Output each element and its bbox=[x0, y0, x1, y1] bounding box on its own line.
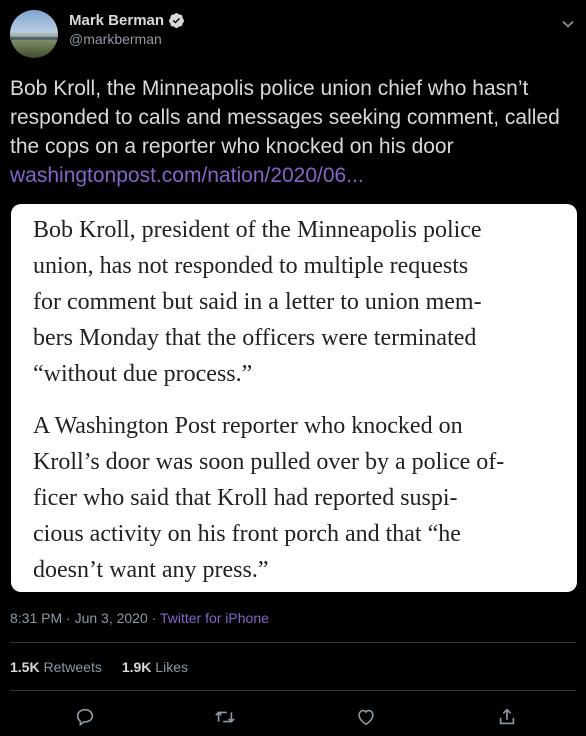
tweet-text: Bob Kroll, the Minneapolis police union … bbox=[10, 74, 576, 190]
like-icon bbox=[358, 709, 374, 726]
tweet-body: Bob Kroll, the Minneapolis police union … bbox=[10, 77, 560, 158]
divider bbox=[10, 690, 576, 691]
user-handle[interactable]: @markberman bbox=[69, 31, 185, 47]
article-paragraph-1: Bob Kroll, president of the Minneapolis … bbox=[33, 212, 563, 392]
share-button[interactable] bbox=[496, 706, 520, 730]
display-name-row[interactable]: Mark Berman bbox=[69, 12, 185, 29]
article-line: bers Monday that the officers were termi… bbox=[33, 325, 477, 351]
display-name[interactable]: Mark Berman bbox=[69, 12, 164, 29]
article-screenshot-image[interactable]: Bob Kroll, president of the Minneapolis … bbox=[11, 204, 577, 592]
article-excerpt: Bob Kroll, president of the Minneapolis … bbox=[33, 212, 563, 588]
tweet-stats: 1.5K Retweets 1.9K Likes bbox=[10, 659, 188, 675]
divider bbox=[10, 642, 576, 643]
article-line: cious activity on his front porch and th… bbox=[33, 521, 461, 547]
likes-count: 1.9K bbox=[121, 659, 152, 675]
share-icon bbox=[499, 708, 515, 725]
like-button[interactable] bbox=[355, 706, 379, 730]
tweet-source[interactable]: Twitter for iPhone bbox=[160, 610, 269, 626]
retweet-icon bbox=[215, 711, 235, 723]
avatar-horizon bbox=[10, 37, 58, 40]
reply-icon bbox=[76, 708, 94, 727]
avatar[interactable] bbox=[10, 10, 58, 58]
article-line: ficer who said that Kroll had reported s… bbox=[33, 485, 458, 511]
user-names: Mark Berman @markberman bbox=[69, 12, 185, 47]
likes-stat[interactable]: 1.9K Likes bbox=[122, 659, 188, 675]
article-line: “without due process.” bbox=[33, 361, 253, 387]
article-line: Kroll’s door was soon pulled over by a p… bbox=[33, 449, 505, 475]
article-line: for comment but said in a letter to unio… bbox=[33, 289, 482, 315]
reply-button[interactable] bbox=[74, 706, 98, 730]
article-line: Bob Kroll, president of the Minneapolis … bbox=[33, 217, 482, 243]
chevron-down-icon[interactable] bbox=[558, 14, 578, 34]
article-line: A Washington Post reporter who knocked o… bbox=[33, 413, 463, 439]
retweet-button[interactable] bbox=[214, 706, 238, 730]
action-bar bbox=[0, 706, 586, 730]
article-paragraph-2: A Washington Post reporter who knocked o… bbox=[33, 408, 563, 588]
tweet-header: Mark Berman @markberman bbox=[10, 8, 580, 60]
verified-badge-icon bbox=[169, 13, 184, 28]
article-line: union, has not responded to multiple req… bbox=[33, 253, 469, 279]
retweets-stat[interactable]: 1.5K Retweets bbox=[10, 659, 102, 675]
likes-label: Likes bbox=[155, 659, 188, 675]
article-line: doesn’t want any press.” bbox=[33, 557, 269, 583]
retweets-count: 1.5K bbox=[10, 659, 40, 675]
timestamp[interactable]: 8:31 PM · Jun 3, 2020 · bbox=[10, 610, 160, 626]
article-link[interactable]: washingtonpost.com/nation/2020/06... bbox=[10, 164, 364, 187]
retweets-label: Retweets bbox=[43, 659, 102, 675]
tweet-meta: 8:31 PM · Jun 3, 2020 · Twitter for iPho… bbox=[10, 610, 269, 626]
